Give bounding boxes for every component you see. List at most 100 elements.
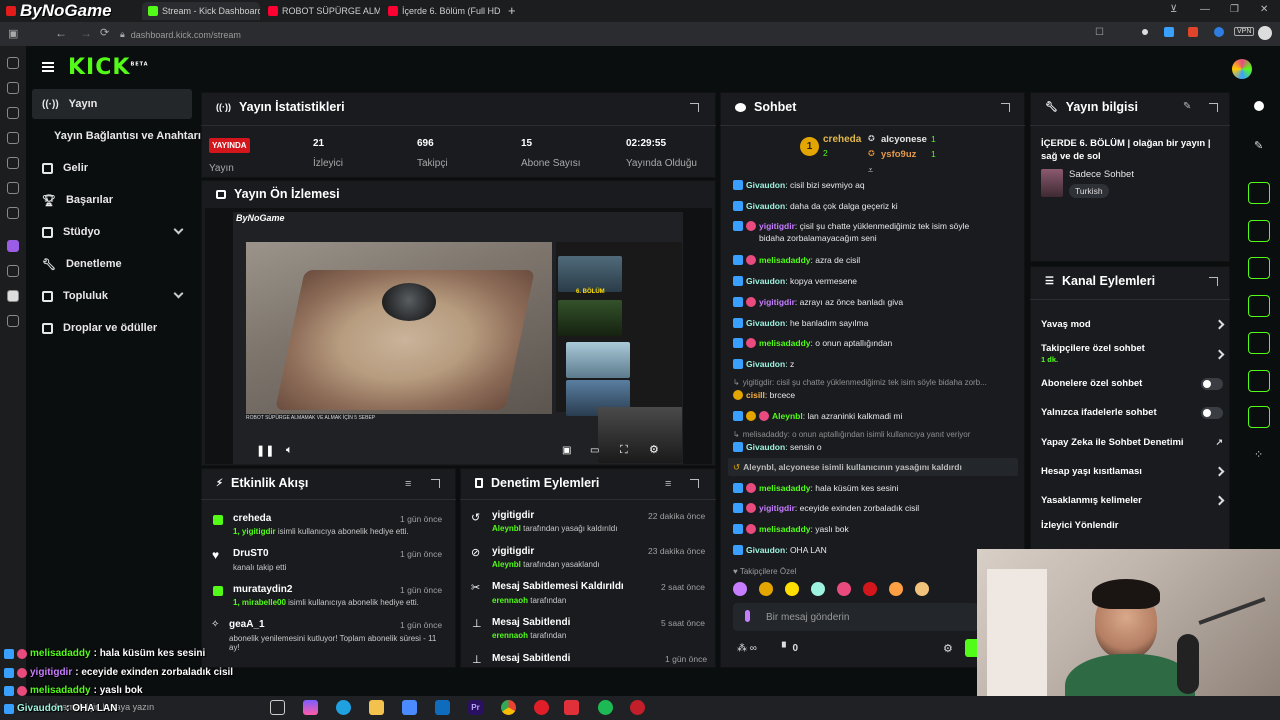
feed-username[interactable]: creheda [233,513,271,524]
add-icon[interactable] [7,315,19,327]
chat-message[interactable]: yigitigdir: azrayı az önce banladı giva [733,296,993,308]
tab-youtube-icerde[interactable]: İçerde 6. Bölüm (Full HD) - [382,2,500,20]
chat-message[interactable]: Givaudon: sensin o [733,441,993,453]
slow-mode-row[interactable]: Yavaş mod [1041,319,1225,330]
sidebar-toggle-icon[interactable]: ▣ [8,27,18,40]
filter-icon[interactable]: ≡ [405,478,411,490]
quick-action-wrench-icon[interactable] [1248,406,1270,428]
popout-icon[interactable] [1209,103,1218,112]
chrome-icon[interactable] [501,700,516,715]
popout-icon[interactable] [1001,103,1010,112]
filter-icon[interactable]: ≡ [665,478,671,490]
chat-message[interactable]: cisill: brcece [733,389,993,401]
emote-icon[interactable] [863,582,877,596]
popout-icon[interactable] [690,479,699,488]
sidebar-item-stream-key[interactable]: Yayın Bağlantısı ve Anahtarı [32,121,202,151]
close-icon[interactable]: ✕ [1260,4,1268,15]
copilot-icon[interactable] [303,700,318,715]
sidebar-item-gelir[interactable]: Gelir [32,153,192,183]
back-icon[interactable]: ← [55,26,67,40]
task-view-icon[interactable] [270,700,285,715]
chat-message[interactable]: Givaudon: cisil bizi sevmiyo aq [733,179,993,191]
raid-row[interactable]: İzleyici Yönlendir [1041,520,1223,531]
more-icon[interactable]: ⁘ [1254,448,1263,461]
chat-message[interactable]: melisadaddy: hala küsüm kes sesini [733,482,993,494]
extension-icon[interactable] [1214,27,1224,37]
emote-icon[interactable] [811,582,825,596]
feed-username[interactable]: murataydin2 [233,584,292,595]
sidebar-item-yayin[interactable]: ((·)) Yayın [32,89,192,119]
chat-message[interactable]: melisadaddy: azra de cisil [733,254,993,266]
rail-icon[interactable] [7,265,19,277]
subscribers-only-toggle[interactable] [1201,378,1223,390]
twitch-icon[interactable] [7,240,19,252]
chat-message[interactable]: Aleynbl: lan azraninki kalkmadi mi [733,410,993,422]
account-age-row[interactable]: Hesap yaşı kısıtlaması [1041,466,1225,477]
browser-profile-avatar[interactable] [1258,26,1272,40]
emote-icon[interactable] [837,582,851,596]
rail-icon[interactable] [7,107,19,119]
ai-moderation-row[interactable]: Yapay Zeka ile Sohbet Denetimi ↗ [1041,437,1223,448]
feed-username[interactable]: DruST0 [233,548,269,559]
followers-only-row[interactable]: Takipçilere özel sohbet [1041,343,1225,360]
rail-icon[interactable] [7,182,19,194]
edit-icon[interactable]: ✎ [1183,101,1191,112]
settings-icon[interactable]: ⚙︎ [649,443,659,456]
quick-action-clip-icon[interactable] [1248,257,1270,279]
popout-icon[interactable] [1209,277,1218,286]
url-field[interactable]: 🔒︎ dashboard.kick.com/stream [120,27,1110,42]
sidebar-item-droplar[interactable]: Droplar ve ödüller [32,313,192,343]
forward-icon[interactable]: → [80,26,92,40]
chat-message[interactable]: melisadaddy: yaslı bok [733,523,993,535]
quick-action-layout-icon[interactable] [1248,370,1270,392]
tab-youtube-robot[interactable]: ROBOT SÜPÜRGE ALMAMA [262,2,380,20]
tab-bynogame[interactable]: ByNoGame [0,2,140,20]
expand-icon[interactable]: ⩡ [868,165,873,176]
reload-icon[interactable]: ⟳ [100,26,109,39]
chat-message[interactable]: yigitigdir: eceyide exinden zorbaladık c… [733,502,993,514]
bookmark-icon[interactable]: ☐ [1095,27,1104,38]
extension-icon[interactable] [1164,27,1174,37]
quick-action-camera-icon[interactable] [1248,182,1270,204]
emote-only-row[interactable]: Yalnızca ifadelerle sohbet [1041,407,1223,419]
premiere-icon[interactable]: Pr [468,700,483,715]
pause-icon[interactable]: ❚❚ [256,444,274,457]
tab-search-icon[interactable]: ⊻ [1170,4,1177,15]
leaderboard-first[interactable]: creheda [823,134,861,145]
emote-icon[interactable] [785,582,799,596]
leaderboard-second[interactable]: alcyonese [881,134,927,145]
mod-target[interactable]: yigitigdir [492,546,534,557]
quick-action-chat-icon[interactable] [1248,295,1270,317]
pip-icon[interactable]: ▣ [562,445,571,456]
spotify-icon[interactable] [598,700,613,715]
opera-icon[interactable] [534,700,549,715]
pencil-icon[interactable]: ✎ [1254,139,1263,152]
chat-message[interactable]: Givaudon: z [733,358,993,370]
chat-message[interactable]: yigitigdir: çisil şu chatte yüklenmediği… [733,220,993,244]
vpn-button[interactable]: VPN [1234,27,1255,36]
chat-message[interactable]: Givaudon: he banladım sayılma [733,317,993,329]
chat-message[interactable]: Givaudon: daha da çok dalga geçeriz ki [733,200,993,212]
chat-message[interactable]: Givaudon: OHA LAN [733,544,993,556]
sidebar-item-topluluk[interactable]: Topluluk [32,281,192,311]
obs-icon[interactable] [630,700,645,715]
rail-icon[interactable] [7,157,19,169]
user-avatar[interactable] [1232,59,1252,79]
subscribers-only-row[interactable]: Abonelere özel sohbet [1041,378,1223,390]
emote-only-toggle[interactable] [1201,407,1223,419]
rail-icon[interactable] [7,207,19,219]
fullscreen-icon[interactable]: ⛶ [620,444,628,457]
popout-icon[interactable] [690,103,699,112]
rail-icon[interactable] [7,132,19,144]
sidebar-item-denetleme[interactable]: 🔧︎ Denetleme [32,249,192,279]
rail-icon[interactable] [7,82,19,94]
popout-icon[interactable] [431,479,440,488]
maximize-icon[interactable]: ❐ [1230,4,1239,15]
emote-icon[interactable] [889,582,903,596]
store-icon[interactable] [402,700,417,715]
rail-icon[interactable] [7,57,19,69]
sidebar-item-studyo[interactable]: Stüdyo [32,217,192,247]
tab-kick-dashboard[interactable]: Stream - Kick Dashboard [142,2,260,20]
extension-icon[interactable] [1188,27,1198,37]
minimize-icon[interactable]: — [1200,4,1210,15]
